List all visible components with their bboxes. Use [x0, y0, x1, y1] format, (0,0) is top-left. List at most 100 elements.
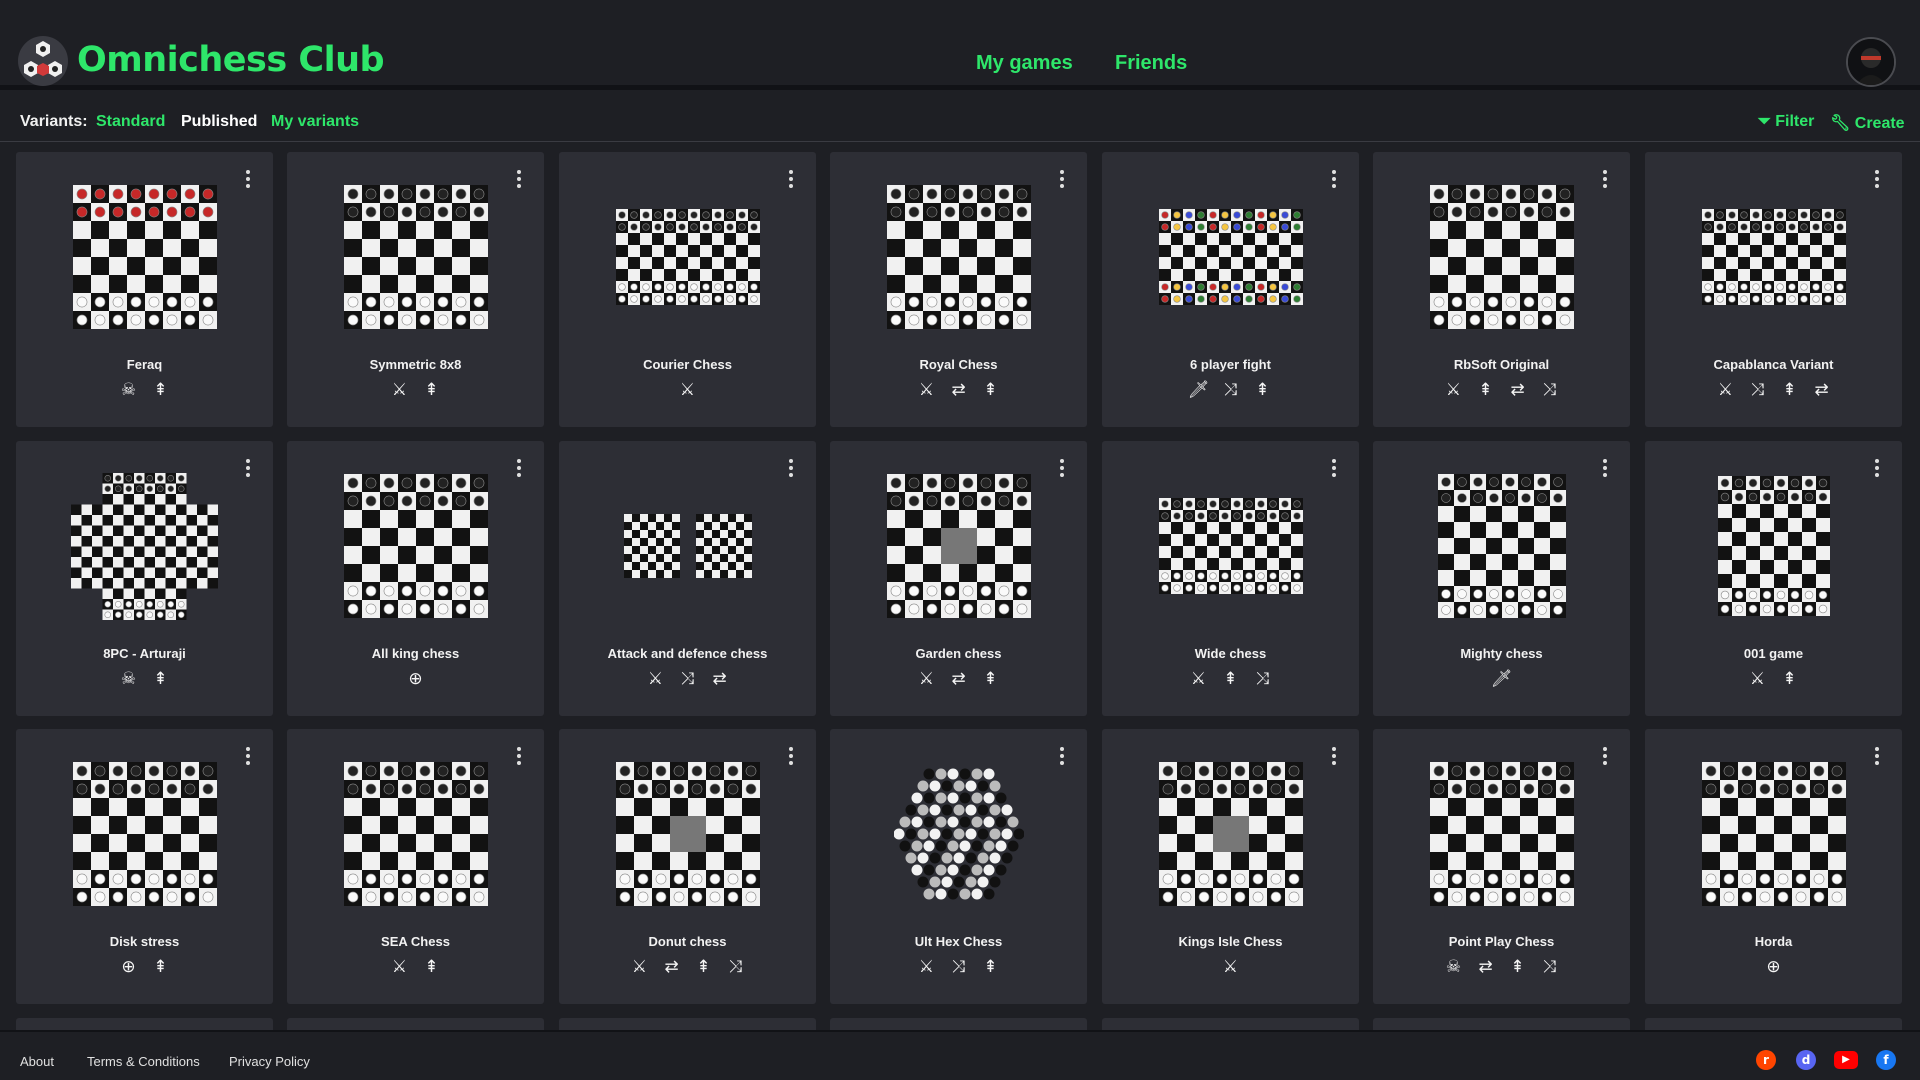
variant-card-partial[interactable] [1645, 1018, 1902, 1030]
variant-card[interactable]: Kings Isle Chess ⚔ [1102, 729, 1359, 1004]
reddit-icon[interactable]: r [1756, 1050, 1776, 1070]
board-preview [1429, 762, 1574, 906]
variant-card-partial[interactable] [559, 1018, 816, 1030]
top-header: Omnichess Club My games Friends [0, 0, 1920, 90]
footer-about-link[interactable]: About [20, 1054, 54, 1069]
variant-tags: ⊕ [1645, 957, 1902, 977]
board-preview [615, 209, 760, 305]
variant-tags: ⊕ [287, 669, 544, 689]
swords-icon: ⚔ [1749, 669, 1766, 688]
board-thumbnail [1102, 473, 1359, 619]
facebook-icon[interactable]: f [1876, 1050, 1896, 1070]
variant-tags: ⚔ ⇄ ⇞ [830, 669, 1087, 689]
tab-standard[interactable]: Standard [96, 113, 165, 131]
variant-card[interactable]: Point Play Chess ☠ ⇄ ⇞ ⤨ [1373, 729, 1630, 1004]
variant-tags: ☠ ⇞ [16, 380, 273, 400]
variant-card[interactable]: Donut chess ⚔ ⇄ ⇞ ⤨ [559, 729, 816, 1004]
variant-title: Donut chess [648, 934, 727, 949]
variant-card[interactable]: Wide chess ⚔ ⇞ ⤨ [1102, 441, 1359, 716]
variant-card[interactable]: Symmetric 8x8 ⚔ ⇞ [287, 152, 544, 427]
variants-label: Variants: [20, 113, 88, 130]
create-label: Create [1854, 115, 1905, 132]
user-avatar[interactable] [1846, 37, 1896, 87]
variant-tags: ⚔ ⇞ ⇄ ⤨ [1373, 380, 1630, 400]
swap-icon: ⇄ [664, 957, 679, 976]
random-icon: ⤨ [1223, 380, 1238, 399]
tab-published[interactable]: Published [181, 113, 257, 131]
variant-card[interactable]: Courier Chess ⚔ [559, 152, 816, 427]
stack-icon: ⇞ [153, 957, 168, 976]
variant-tags: ⚔ ⤨ ⇞ [830, 957, 1087, 977]
variant-card[interactable]: RbSoft Original ⚔ ⇞ ⇄ ⤨ [1373, 152, 1630, 427]
stack-icon: ⇞ [424, 957, 439, 976]
swords-icon: ⚔ [391, 957, 408, 976]
variant-card[interactable]: 001 game ⚔ ⇞ [1645, 441, 1902, 716]
discord-icon[interactable]: d [1796, 1050, 1816, 1070]
variant-card[interactable]: Attack and defence chess ⚔ ⤨ ⇄ [559, 441, 816, 716]
variant-card-partial[interactable] [1373, 1018, 1630, 1030]
board-thumbnail [1373, 761, 1630, 907]
random-icon: ⤨ [1542, 957, 1557, 976]
variant-title: Disk stress [109, 934, 180, 949]
swords-icon: ⚔ [1222, 957, 1239, 976]
variant-card[interactable]: SEA Chess ⚔ ⇞ [287, 729, 544, 1004]
variant-title: Mighty chess [1460, 646, 1543, 661]
variant-card[interactable]: Garden chess ⚔ ⇄ ⇞ [830, 441, 1087, 716]
brand-title[interactable]: Omnichess Club [77, 40, 385, 80]
variant-card[interactable]: All king chess ⊕ [287, 441, 544, 716]
variant-title: RbSoft Original [1453, 357, 1550, 372]
create-button[interactable]: 🔧︎ Create [1830, 113, 1905, 133]
board-preview [343, 185, 488, 329]
omnichess-logo-icon[interactable] [17, 35, 69, 87]
footer-privacy-link[interactable]: Privacy Policy [229, 1054, 310, 1069]
random-icon: ⤨ [1750, 380, 1765, 399]
variant-card[interactable]: Feraq ☠ ⇞ [16, 152, 273, 427]
variant-card[interactable]: Horda ⊕ [1645, 729, 1902, 1004]
board-thumbnail [1102, 184, 1359, 330]
variant-title: Garden chess [915, 646, 1002, 661]
stack-icon: ⇞ [153, 669, 168, 688]
filter-button[interactable]: ⏷ Filter [1758, 113, 1814, 131]
variant-title: 8PC - Arturaji [103, 646, 186, 661]
swords-icon: ⚔ [918, 380, 935, 399]
tab-my-variants[interactable]: My variants [271, 113, 359, 131]
avatar-image-icon [1848, 39, 1894, 85]
variant-card-partial[interactable] [16, 1018, 273, 1030]
random-icon: ⤨ [680, 669, 695, 688]
swords-icon: ⚔ [631, 957, 648, 976]
variant-card[interactable]: Mighty chess 🗡 [1373, 441, 1630, 716]
variant-card[interactable]: Royal Chess ⚔ ⇄ ⇞ [830, 152, 1087, 427]
nav-my-games[interactable]: My games [976, 52, 1073, 75]
swap-icon: ⇄ [1478, 957, 1493, 976]
skull-icon: ☠ [120, 669, 137, 688]
variant-title: Royal Chess [919, 357, 998, 372]
board-thumbnail [1102, 761, 1359, 907]
variant-card-partial[interactable] [287, 1018, 544, 1030]
board-preview [1429, 185, 1574, 329]
board-preview [1701, 762, 1846, 906]
nav-friends[interactable]: Friends [1115, 52, 1187, 75]
variant-card[interactable]: Ult Hex Chess ⚔ ⤨ ⇞ [830, 729, 1087, 1004]
variant-title: Courier Chess [643, 357, 732, 372]
board-thumbnail [559, 184, 816, 330]
variant-card[interactable]: 8PC - Arturaji ☠ ⇞ [16, 441, 273, 716]
variant-card[interactable]: 6 player fight 🗡 ⤨ ⇞ [1102, 152, 1359, 427]
board-thumbnail [830, 761, 1087, 907]
board-thumbnail [1645, 184, 1902, 330]
variant-card[interactable]: Capablanca Variant ⚔ ⤨ ⇞ ⇄ [1645, 152, 1902, 427]
swords-icon: ⚔ [391, 380, 408, 399]
youtube-icon[interactable]: ▶ [1834, 1051, 1858, 1069]
variant-card[interactable]: Disk stress ⊕ ⇞ [16, 729, 273, 1004]
stack-icon: ⇞ [1255, 380, 1270, 399]
board-thumbnail [16, 184, 273, 330]
stack-icon: ⇞ [696, 957, 711, 976]
board-preview [1437, 474, 1566, 618]
variant-tags: ⚔ ⇞ ⤨ [1102, 669, 1359, 689]
variant-title: Ult Hex Chess [914, 934, 1003, 949]
swords-icon: ⚔ [918, 669, 935, 688]
variant-card-partial[interactable] [1102, 1018, 1359, 1030]
footer-terms-link[interactable]: Terms & Conditions [87, 1054, 200, 1069]
variant-card-partial[interactable] [830, 1018, 1087, 1030]
stack-icon: ⇞ [1223, 669, 1238, 688]
random-icon: ⤨ [728, 957, 743, 976]
